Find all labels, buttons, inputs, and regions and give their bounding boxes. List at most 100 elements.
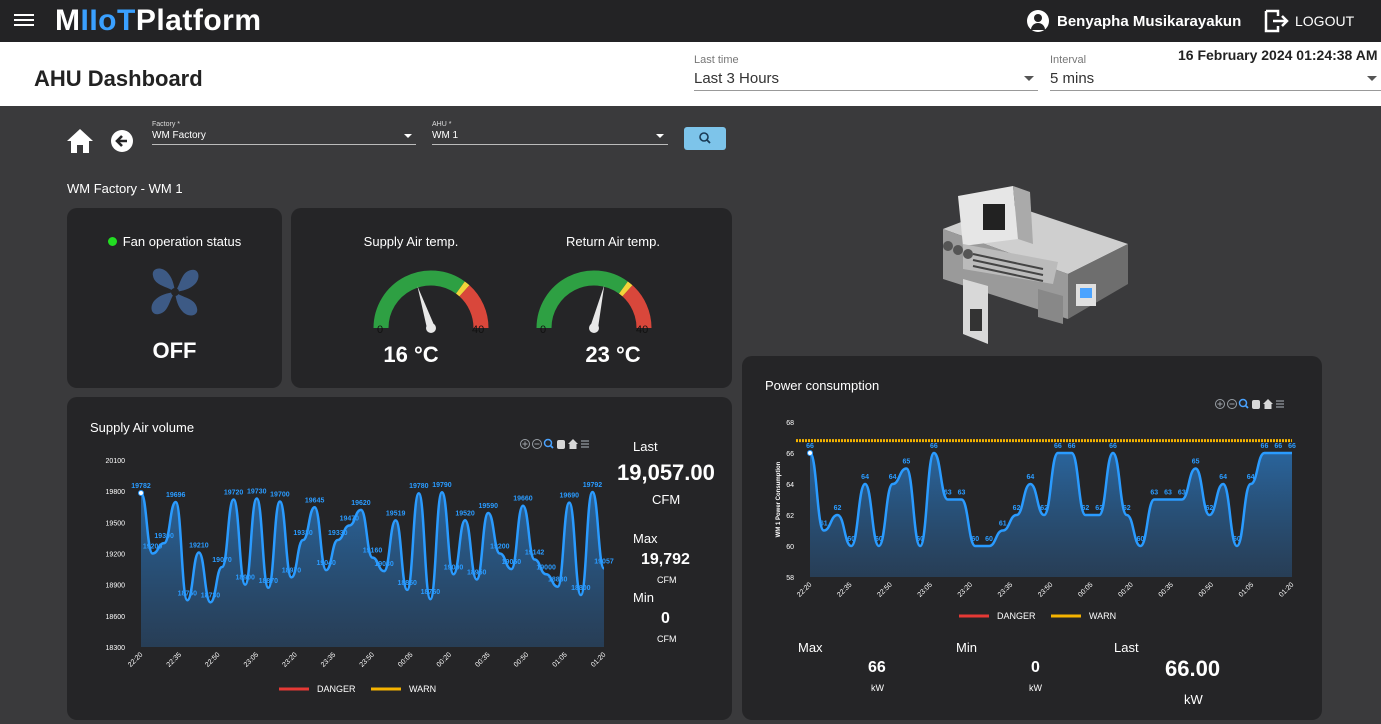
data-label: 66	[1261, 443, 1269, 450]
last-time-value[interactable]: Last 3 Hours	[694, 66, 1038, 91]
arrow-left-icon	[115, 135, 127, 147]
app-brand[interactable]: MIIoTPlatform	[55, 4, 262, 38]
data-label: 19050	[502, 559, 522, 566]
user-menu[interactable]: Benyapha Musikarayakun	[1027, 7, 1241, 35]
back-button[interactable]	[111, 130, 133, 152]
data-label: 66	[1274, 443, 1282, 450]
interval-value[interactable]: 5 mins	[1050, 66, 1381, 91]
x-tick-label: 00:35	[1158, 581, 1175, 598]
data-label: 66	[806, 443, 814, 450]
gauge-needle	[590, 285, 605, 329]
gauge-band-warn	[618, 281, 633, 297]
data-label: 19645	[305, 497, 325, 504]
data-label: 19030	[374, 561, 394, 568]
data-label: 19696	[166, 492, 186, 499]
brand-prefix: M	[55, 4, 81, 37]
y-tick-label: 64	[786, 482, 794, 489]
data-label: 18800	[571, 585, 591, 592]
data-label: 19040	[316, 560, 336, 567]
x-tick-label: 23:20	[281, 651, 298, 668]
x-tick-label: 00:50	[513, 651, 530, 668]
data-label: 19700	[270, 492, 290, 499]
x-tick-label: 01:05	[1238, 581, 1255, 598]
page-header: AHU Dashboard Last time Last 3 Hours Int…	[0, 42, 1381, 106]
x-tick-label: 22:20	[127, 651, 144, 668]
x-tick-label: 00:05	[397, 651, 414, 668]
x-tick-label: 00:20	[436, 651, 453, 668]
legend-danger-label: DANGER	[317, 684, 356, 694]
y-tick-label: 19500	[106, 520, 126, 527]
x-tick-label: 00:50	[1198, 581, 1215, 598]
y-tick-label: 66	[786, 451, 794, 458]
data-label: 65	[903, 459, 911, 466]
menu-icon[interactable]	[14, 11, 34, 29]
home-icon[interactable]	[66, 128, 94, 154]
data-label: 66	[1054, 443, 1062, 450]
power-last-label: Last	[1114, 640, 1139, 655]
data-label: 62	[1082, 505, 1090, 512]
data-label: 19620	[351, 500, 371, 507]
data-label: 19142	[525, 550, 545, 557]
data-label: 19057	[594, 558, 614, 565]
power-min-label: Min	[956, 640, 977, 655]
factory-value[interactable]: WM Factory	[152, 128, 416, 145]
data-label: 19070	[212, 557, 232, 564]
data-label: 19730	[247, 488, 267, 495]
data-label: 19000	[536, 564, 556, 571]
gauge-band-danger	[459, 285, 489, 329]
x-tick-label: 00:20	[1117, 581, 1134, 598]
top-app-bar: MIIoTPlatform Benyapha Musikarayakun LOG…	[0, 0, 1381, 42]
return-temp-label: Return Air temp.	[566, 234, 660, 249]
data-label: 19590	[479, 503, 499, 510]
ahu-value[interactable]: WM 1	[432, 128, 668, 145]
legend-danger-label: DANGER	[997, 611, 1036, 621]
x-tick-label: 23:05	[243, 651, 260, 668]
x-tick-label: 01:20	[1278, 581, 1295, 598]
data-label: 18970	[282, 567, 302, 574]
factory-label: Factory *	[152, 121, 181, 128]
data-label: 64	[889, 474, 897, 481]
data-label: 19660	[513, 496, 533, 503]
power-min-value: 0	[1031, 659, 1040, 676]
series-area	[141, 491, 604, 647]
y-tick-label: 60	[786, 544, 794, 551]
x-tick-label: 23:35	[997, 581, 1014, 598]
x-tick-label: 01:20	[590, 651, 607, 668]
data-label: 64	[1247, 474, 1255, 481]
dashboard-content: Factory * WM Factory AHU * WM 1 WM Facto…	[0, 106, 1381, 724]
data-label: 19330	[293, 530, 313, 537]
y-tick-label: 18300	[106, 645, 126, 652]
data-label: 19690	[560, 493, 580, 500]
logout-button[interactable]: LOGOUT	[1263, 7, 1354, 35]
power-max-value: 66	[868, 659, 886, 676]
ahu-select[interactable]: AHU * WM 1	[432, 121, 668, 145]
factory-select[interactable]: Factory * WM Factory	[152, 121, 416, 145]
supply-max-label: Max	[633, 531, 658, 546]
supply-min-value: 0	[661, 610, 670, 627]
data-label: 19520	[455, 510, 475, 517]
logout-label: LOGOUT	[1295, 13, 1355, 29]
data-label: 63	[1150, 490, 1158, 497]
ahu-label: AHU *	[432, 121, 452, 128]
temperature-card: Supply Air temp. Return Air temp. 0 40 0…	[291, 208, 732, 388]
search-button[interactable]	[684, 127, 726, 150]
ahu-machine-image	[943, 186, 1128, 344]
supply-temp-value: 16 °C	[383, 342, 439, 367]
x-tick-label: 22:20	[796, 581, 813, 598]
last-time-label: Last time	[694, 54, 739, 66]
x-tick-label: 23:05	[917, 581, 934, 598]
gauge-band-warn	[455, 281, 470, 297]
data-label: 19780	[409, 483, 429, 490]
fan-icon	[151, 268, 199, 316]
data-label: 19000	[444, 564, 464, 571]
data-label: 64	[1026, 474, 1034, 481]
last-time-select[interactable]: Last time Last 3 Hours	[694, 54, 1038, 91]
power-card: Power consumption 58 60 62 64 66 68 WM 1 Power…	[742, 356, 1322, 720]
status-indicator-icon	[107, 237, 117, 246]
supply-min-label: Min	[633, 590, 654, 605]
data-label: 63	[958, 490, 966, 497]
data-label: 19792	[583, 482, 603, 489]
data-label: 66	[930, 443, 938, 450]
brand-suffix: Platform	[135, 4, 262, 37]
current-datetime: 16 February 2024 01:24:38 AM	[1178, 47, 1378, 63]
